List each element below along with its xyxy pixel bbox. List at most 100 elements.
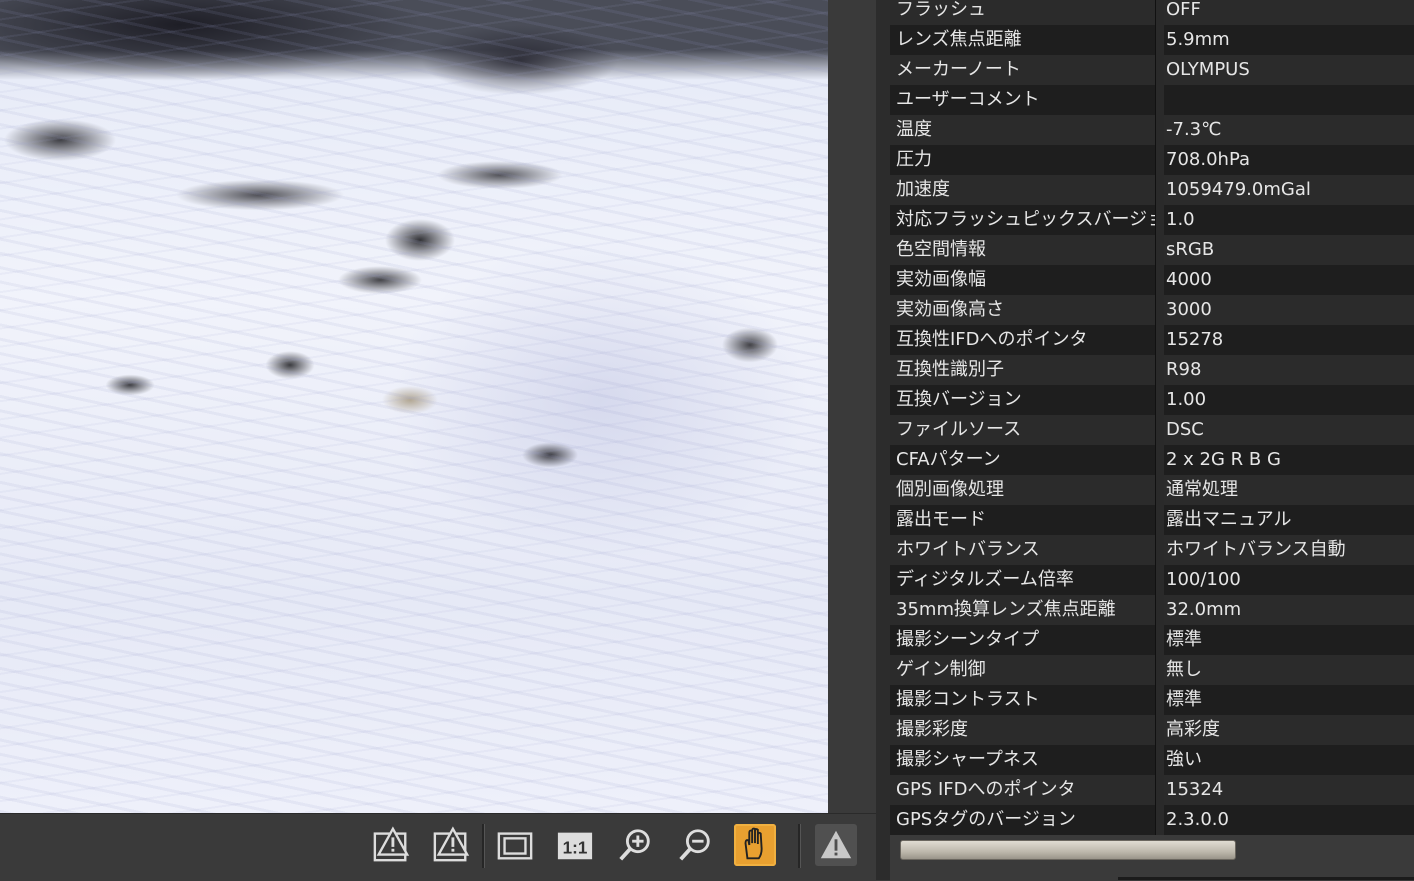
exif-key: 加速度 [890,175,1156,205]
exif-row[interactable]: メーカーノート OLYMPUS [890,55,1414,85]
exif-value: 1.0 [1166,209,1195,230]
exif-key: 実効画像高さ [890,295,1156,325]
column-separator[interactable] [1156,0,1164,835]
exif-row[interactable]: 撮影コントラスト 標準 [890,685,1414,715]
exif-key: 露出モード [890,505,1156,535]
exif-value: 1059479.0mGal [1166,179,1311,200]
exif-row[interactable]: 互換性識別子 R98 [890,355,1414,385]
shadow-warning-icon [373,826,410,862]
exif-value: 強い [1166,749,1202,770]
exif-key: ファイルソース [890,415,1156,445]
shadow-warning-button[interactable] [370,824,412,866]
exif-key: 撮影コントラスト [890,685,1156,715]
exif-value: 2.3.0.0 [1166,809,1229,830]
exif-value: 標準 [1166,629,1202,650]
exif-key: ユーザーコメント [890,85,1156,115]
exif-row[interactable]: 実効画像幅 4000 [890,265,1414,295]
warning-button[interactable] [815,824,857,866]
exif-row[interactable]: 互換性IFDへのポインタ 15278 [890,325,1414,355]
exif-key: 個別画像処理 [890,475,1156,505]
scrollbar-thumb[interactable] [900,840,1236,860]
exif-key: フラッシュ [890,0,1156,25]
exif-row[interactable]: CFAパターン 2 x 2G R B G [890,445,1414,475]
exif-key: 撮影シーンタイプ [890,625,1156,655]
exif-key: 撮影彩度 [890,715,1156,745]
exif-row[interactable]: 35mm換算レンズ焦点距離 32.0mm [890,595,1414,625]
exif-row[interactable]: フラッシュ OFF [890,0,1414,25]
highlight-warning-button[interactable] [430,824,472,866]
exif-row[interactable]: ホワイトバランス ホワイトバランス自動 [890,535,1414,565]
exif-value: R98 [1166,359,1202,380]
exif-key: 互換性IFDへのポインタ [890,325,1156,355]
exif-row[interactable]: 実効画像高さ 3000 [890,295,1414,325]
exif-row[interactable]: 露出モード 露出マニュアル [890,505,1414,535]
exif-row[interactable]: ファイルソース DSC [890,415,1414,445]
exif-key: 撮影シャープネス [890,745,1156,775]
fit-to-window-button[interactable] [494,824,536,866]
exif-value: 4000 [1166,269,1212,290]
exif-value: 無し [1166,659,1202,680]
exif-key: 35mm換算レンズ焦点距離 [890,595,1156,625]
exif-key: 色空間情報 [890,235,1156,265]
exif-row[interactable]: 撮影シャープネス 強い [890,745,1414,775]
fit-to-window-icon [497,832,533,860]
photo-viewer[interactable] [0,0,828,813]
exif-key: GPS IFDへのポインタ [890,775,1156,805]
warning-icon [820,830,852,859]
highlight-warning-icon [433,826,470,862]
toolbar-separator [482,824,485,868]
hand-tool-icon [744,827,763,860]
exif-value: OFF [1166,0,1201,20]
exif-value: 2 x 2G R B G [1166,449,1281,470]
exif-value: 15278 [1166,329,1224,350]
exif-value: 100/100 [1166,569,1241,590]
exif-row[interactable]: 温度 -7.3℃ [890,115,1414,145]
exif-row[interactable]: 撮影シーンタイプ 標準 [890,625,1414,655]
exif-row[interactable]: ユーザーコメント [890,85,1414,115]
exif-value: 通常処理 [1166,479,1238,500]
viewer-toolbar: 1:1 [0,813,876,881]
exif-key: メーカーノート [890,55,1156,85]
exif-row[interactable]: レンズ焦点距離 5.9mm [890,25,1414,55]
exif-value: 露出マニュアル [1166,509,1292,530]
zoom-out-button[interactable] [674,824,716,866]
exif-row[interactable]: GPSタグのバージョン 2.3.0.0 [890,805,1414,835]
exif-row[interactable]: GPS IFDへのポインタ 15324 [890,775,1414,805]
exif-key: 対応フラッシュピックスバージョン [890,205,1156,235]
exif-row[interactable]: 圧力 708.0hPa [890,145,1414,175]
exif-value: sRGB [1166,239,1215,260]
horizontal-scrollbar[interactable] [890,835,1414,880]
actual-size-button[interactable]: 1:1 [554,824,596,866]
exif-value: 15324 [1166,779,1224,800]
exif-key: ディジタルズーム倍率 [890,565,1156,595]
exif-row[interactable]: 色空間情報 sRGB [890,235,1414,265]
exif-row[interactable]: 加速度 1059479.0mGal [890,175,1414,205]
exif-value: 32.0mm [1166,599,1242,620]
actual-size-icon: 1:1 [557,832,593,860]
exif-value [1156,85,1414,115]
exif-row[interactable]: 個別画像処理 通常処理 [890,475,1414,505]
exif-key: ホワイトバランス [890,535,1156,565]
panel-divider[interactable] [876,0,890,880]
exif-row[interactable]: 互換バージョン 1.00 [890,385,1414,415]
exif-key: 実効画像幅 [890,265,1156,295]
zoom-in-icon [619,829,650,861]
exif-value: -7.3℃ [1166,119,1222,140]
exif-key: GPSタグのバージョン [890,805,1156,835]
exif-value: OLYMPUS [1166,59,1250,80]
exif-row[interactable]: 対応フラッシュピックスバージョン 1.0 [890,205,1414,235]
exif-value: 5.9mm [1166,29,1230,50]
exif-key: ゲイン制御 [890,655,1156,685]
zoom-out-icon [679,829,710,861]
exif-key: 圧力 [890,145,1156,175]
hand-tool-button[interactable] [734,824,776,866]
exif-info-panel: フラッシュ OFF レンズ焦点距離 5.9mm メーカーノート OLYMPUS ユーザーコメ… [890,0,1414,835]
exif-row[interactable]: ゲイン制御 無し [890,655,1414,685]
exif-value: 標準 [1166,689,1202,710]
zoom-in-button[interactable] [614,824,656,866]
exif-row[interactable]: ディジタルズーム倍率 100/100 [890,565,1414,595]
exif-row[interactable]: 撮影彩度 高彩度 [890,715,1414,745]
viewer-gutter [828,0,876,813]
actual-size-label: 1:1 [563,839,588,858]
exif-value: ホワイトバランス自動 [1166,539,1346,560]
